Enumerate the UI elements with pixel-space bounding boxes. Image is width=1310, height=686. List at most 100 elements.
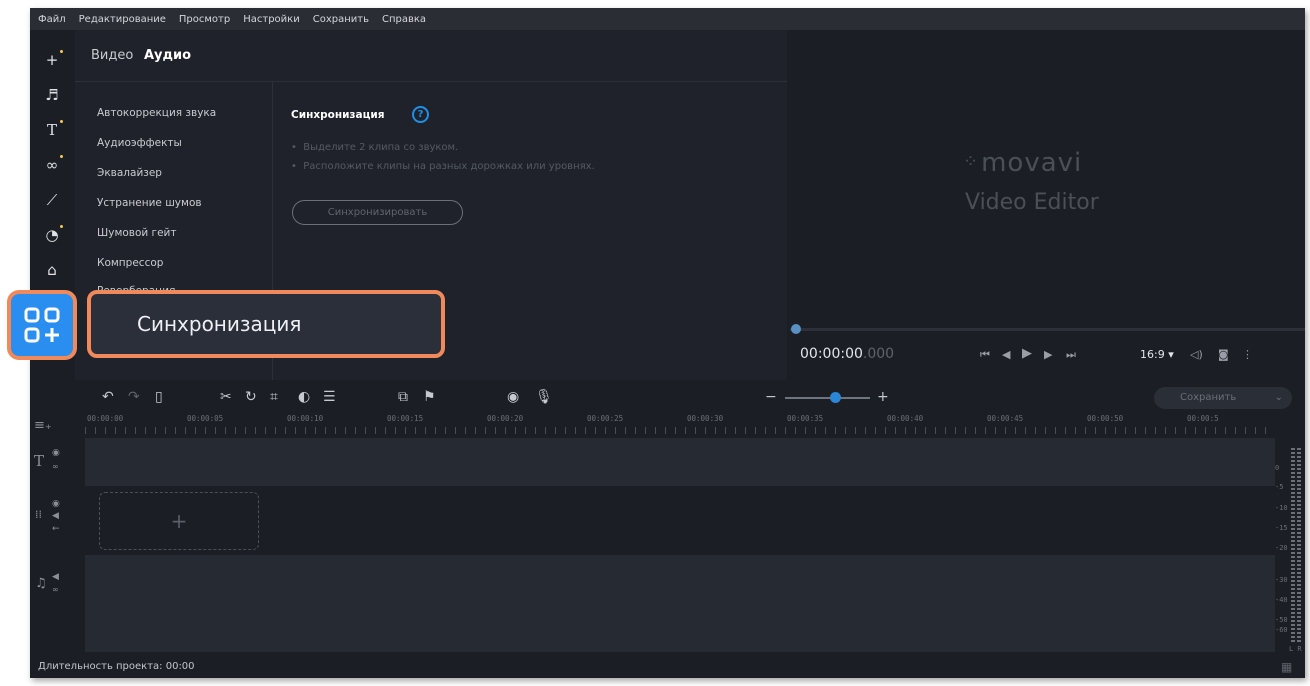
title-track-icon: T [34, 452, 45, 470]
stickers-icon[interactable]: ◔ [40, 223, 64, 247]
video-track-icon: ⁞⁞ [35, 508, 42, 521]
sync-instruction-1: • Выделите 2 клипа со звуком. [291, 142, 459, 153]
more-options-icon[interactable]: ⋮ [1242, 348, 1253, 361]
ruler-label: 00:00:50 [1087, 414, 1124, 423]
arrow-left-icon[interactable]: ← [52, 524, 60, 534]
preview-timecode: 00:00:00.000 [800, 346, 895, 362]
filters-icon[interactable]: ⟋ [40, 188, 64, 212]
scrubber-handle[interactable] [791, 324, 801, 334]
zoom-in-icon[interactable]: + [877, 389, 889, 405]
synchronize-button[interactable]: Синхронизировать [292, 200, 463, 225]
panel-tabs: Видео Аудио [75, 30, 787, 82]
status-bar: Длительность проекта: 00:00 [30, 656, 1275, 678]
visibility-icon[interactable]: ◉ [52, 448, 60, 458]
meter-label: -10 [1275, 504, 1288, 512]
clip-properties-icon[interactable]: ☰ [323, 389, 336, 405]
chevron-down-icon[interactable]: ⌄ [1275, 387, 1283, 409]
timeline-ruler[interactable]: 00:00:00 00:00:05 00:00:10 00:00:15 00:0… [85, 414, 1275, 436]
mute-icon[interactable]: ◀ [52, 572, 59, 582]
ruler-label: 00:00:30 [687, 414, 724, 423]
add-clip-dropzone[interactable]: + [99, 492, 259, 550]
snapshot-icon[interactable]: ◙ [1218, 348, 1229, 361]
zoom-slider-handle[interactable] [830, 392, 841, 403]
meter-label: -40 [1275, 596, 1288, 604]
ruler-label: 00:00:40 [887, 414, 924, 423]
sync-instruction-2: • Расположите клипы на разных дорожках и… [291, 161, 595, 172]
meter-label: -15 [1275, 524, 1288, 532]
tab-video[interactable]: Видео [91, 48, 133, 63]
movavi-logo: ⁘movavi [963, 148, 1083, 178]
delete-icon[interactable]: ▯ [155, 389, 163, 405]
visibility-icon[interactable]: ◉ [52, 499, 60, 509]
layout-toggle-icon[interactable]: ▦ [1281, 660, 1292, 674]
audio-track-icon: ♫ [35, 576, 47, 591]
video-editor-watermark: Video Editor [965, 190, 1099, 215]
menu-view[interactable]: Просмотр [179, 14, 230, 25]
sync-section-title: Синхронизация [291, 109, 385, 121]
add-track-icon[interactable]: ≡₊ [34, 418, 52, 433]
callouts-icon[interactable]: ⌂ [40, 258, 64, 282]
transitions-icon[interactable]: ∞ [40, 153, 64, 177]
effect-auto-correction[interactable]: Автокоррекция звука [97, 107, 216, 119]
effect-noise-gate[interactable]: Шумовой гейт [97, 227, 176, 239]
effect-compressor[interactable]: Компрессор [97, 257, 163, 269]
play-icon[interactable]: ▶ [1022, 346, 1032, 361]
preview-scrubber[interactable] [790, 328, 1305, 331]
meter-label: -5 [1275, 483, 1284, 491]
menu-edit[interactable]: Редактирование [79, 14, 166, 25]
timeline-toolbar: ↶ ↷ ▯ ✂ ↻ ⌗ ◐ ☰ ⧉ ⚑ ◉ 🎙 − + Сохранить ⌄ [30, 382, 1305, 414]
grid-plus-icon [24, 307, 60, 343]
cut-icon[interactable]: ✂ [220, 389, 232, 405]
marker-icon[interactable]: ⚑ [423, 389, 436, 405]
menu-help[interactable]: Справка [382, 14, 426, 25]
link-icon[interactable]: ∞ [52, 585, 59, 594]
help-icon[interactable]: ? [412, 106, 429, 123]
ruler-label: 00:00:35 [787, 414, 824, 423]
undo-icon[interactable]: ↶ [102, 389, 114, 405]
ruler-label: 00:00:15 [387, 414, 424, 423]
effect-equalizer[interactable]: Эквалайзер [97, 167, 162, 179]
prev-frame-icon[interactable]: ◀︎ [1002, 348, 1010, 361]
overlay-icon[interactable]: ⧉ [398, 389, 408, 405]
ruler-label: 00:00:00 [87, 414, 124, 423]
aspect-ratio-select[interactable]: 16:9 ▾ [1140, 348, 1174, 361]
zoom-out-icon[interactable]: − [765, 389, 777, 405]
zoom-slider[interactable] [785, 397, 870, 399]
rotate-icon[interactable]: ↻ [245, 389, 257, 405]
volume-icon[interactable]: ◁) [1190, 348, 1203, 361]
meter-label: 0 [1275, 464, 1280, 472]
webcam-icon[interactable]: ◉ [507, 389, 519, 405]
effect-audio-effects[interactable]: Аудиоэффекты [97, 137, 182, 149]
meter-label: -20 [1275, 544, 1288, 552]
ruler-ticks [85, 427, 1275, 434]
menu-file[interactable]: Файл [38, 14, 66, 25]
meter-bar-right [1297, 448, 1301, 643]
menu-settings[interactable]: Настройки [243, 14, 299, 25]
skip-to-end-icon[interactable]: ⏭ [1066, 348, 1076, 362]
preview-player: ⁘movavi Video Editor 00:00:00.000 ⏮ ◀︎ ▶… [790, 30, 1305, 380]
ruler-label: 00:00:05 [187, 414, 224, 423]
link-icon[interactable]: ∞ [52, 462, 59, 471]
crop-icon[interactable]: ⌗ [270, 389, 278, 405]
mute-icon[interactable]: ◀ [52, 511, 59, 521]
ruler-label: 00:00:10 [287, 414, 324, 423]
color-adjust-icon[interactable]: ◐ [298, 389, 310, 405]
titles-icon[interactable]: T [40, 118, 64, 142]
ruler-label: 00:00:45 [987, 414, 1024, 423]
skip-to-start-icon[interactable]: ⏮ [980, 348, 990, 362]
microphone-icon[interactable]: 🎙 [535, 389, 553, 405]
audio-track[interactable] [85, 555, 1275, 652]
save-button[interactable]: Сохранить ⌄ [1154, 387, 1292, 409]
title-track[interactable] [85, 438, 1275, 486]
next-frame-icon[interactable]: ▶︎ [1044, 348, 1052, 361]
menu-save[interactable]: Сохранить [313, 14, 369, 25]
video-track[interactable]: + [85, 488, 1275, 550]
tab-audio[interactable]: Аудио [144, 48, 191, 63]
menubar: Файл Редактирование Просмотр Настройки С… [30, 8, 1305, 30]
music-icon[interactable]: ♬ [40, 83, 64, 107]
effect-noise-removal[interactable]: Устранение шумов [97, 197, 202, 209]
meter-bar-left [1291, 448, 1295, 643]
redo-icon[interactable]: ↷ [128, 389, 140, 405]
sync-tool-highlight-icon[interactable] [7, 290, 77, 360]
import-plus-icon[interactable]: + [40, 48, 64, 72]
